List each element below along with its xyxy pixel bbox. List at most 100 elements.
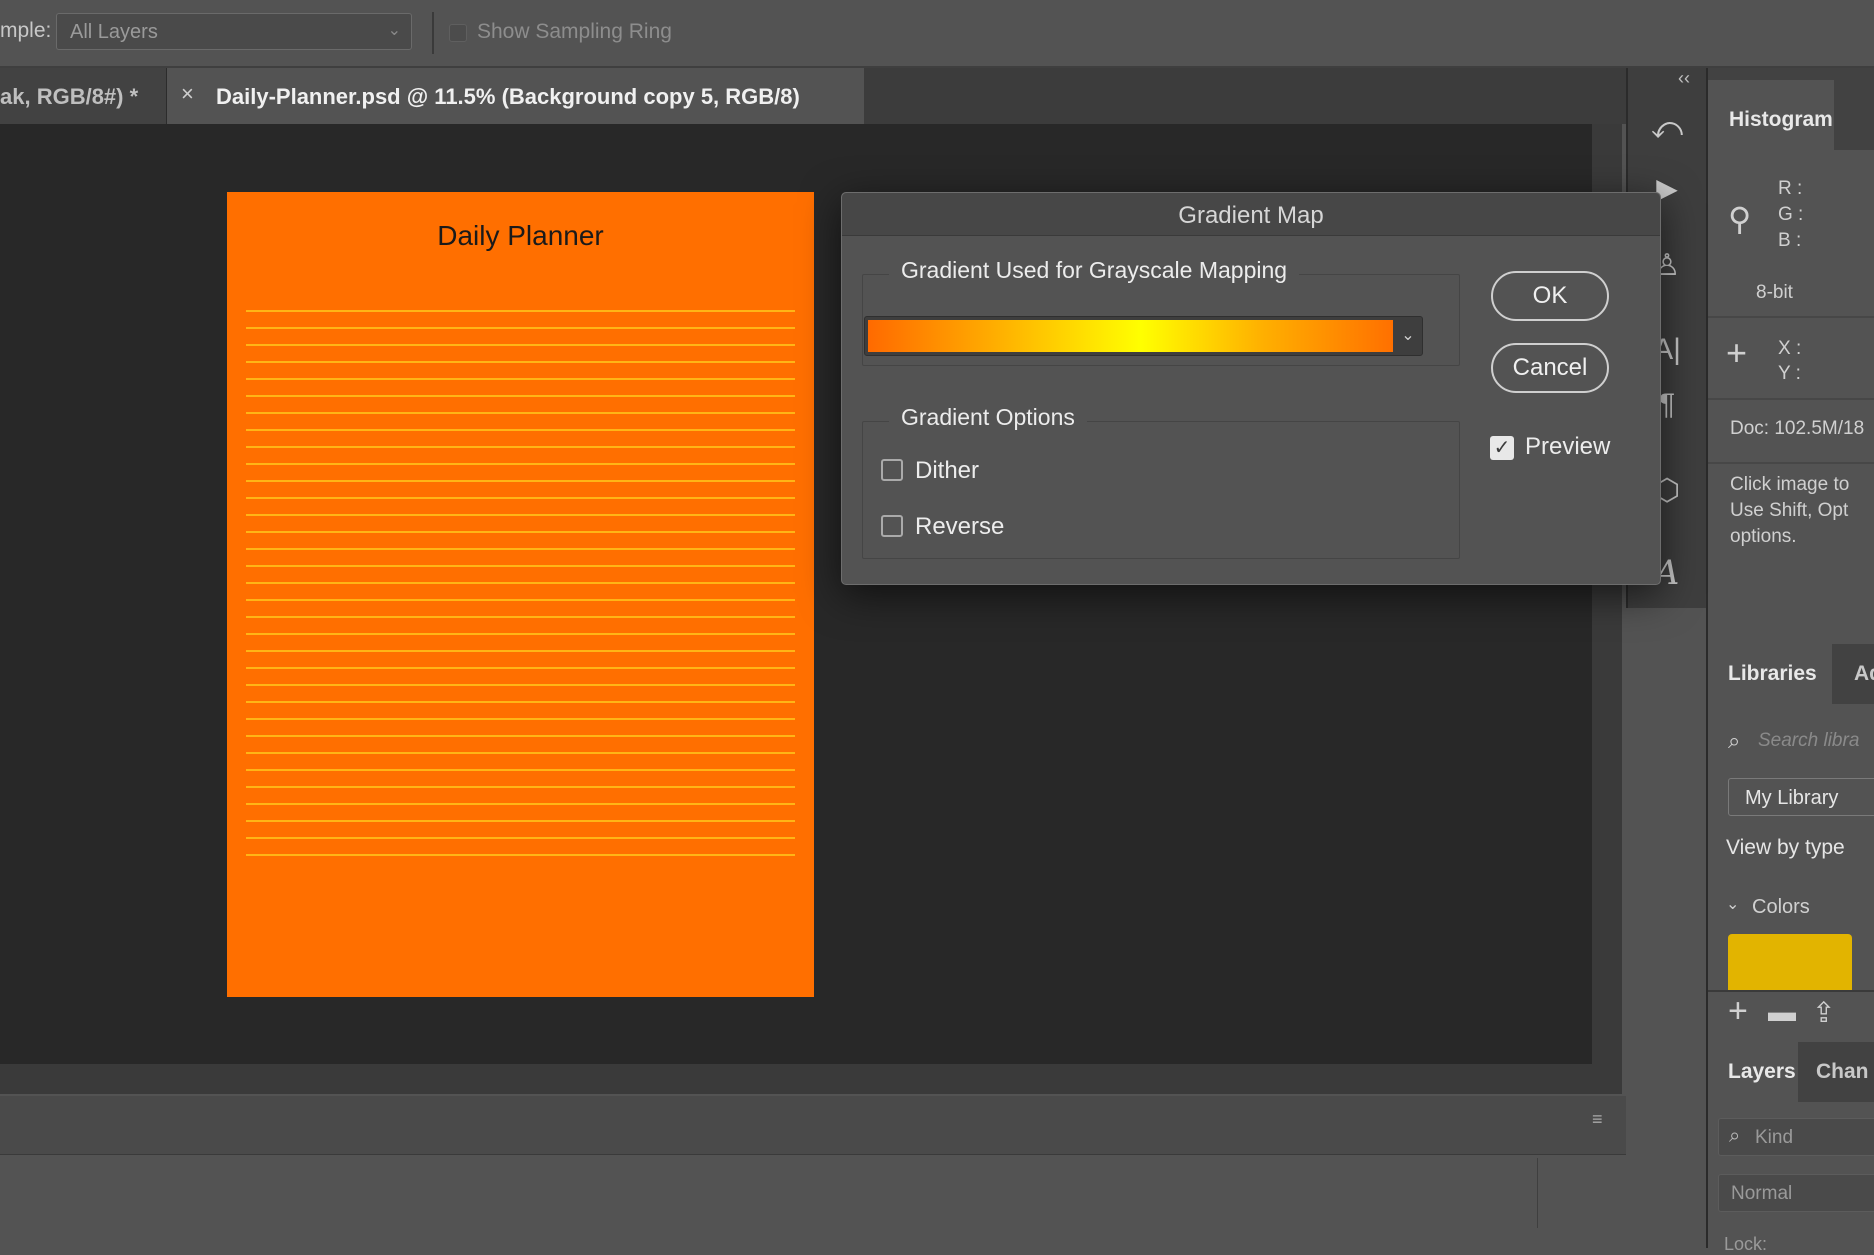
show-sampling-ring-checkbox[interactable] <box>449 24 467 42</box>
dialog-titlebar[interactable]: Gradient Map <box>842 193 1660 236</box>
planner-line <box>246 786 795 788</box>
library-search-input[interactable]: Search libra <box>1758 730 1859 752</box>
tab-label: Daily-Planner.psd @ 11.5% (Background co… <box>216 84 800 109</box>
options-bar: mple: All Layers ⌄ Show Sampling Ring <box>0 0 1874 68</box>
blend-mode-select[interactable]: Normal <box>1718 1174 1874 1212</box>
gradient-preview-bar[interactable] <box>868 320 1393 352</box>
add-icon[interactable]: + <box>1728 992 1748 1031</box>
panel-menu-icon[interactable]: ≡ <box>1592 1110 1612 1128</box>
x-readout: X : <box>1778 338 1802 359</box>
divider <box>1708 316 1874 318</box>
tab-layers[interactable]: Layers <box>1708 1042 1798 1102</box>
dither-checkbox[interactable] <box>881 459 903 481</box>
sample-select[interactable]: All Layers ⌄ <box>56 13 412 50</box>
planner-line <box>246 497 795 499</box>
blend-mode-value: Normal <box>1731 1183 1793 1204</box>
info-text-2: Use Shift, Opt <box>1730 500 1849 521</box>
eyedropper-icon: ⚲ <box>1728 201 1752 237</box>
histogram-tab-bar: Histogram <box>1708 68 1874 150</box>
doc-size: Doc: 102.5M/18 <box>1730 418 1865 439</box>
planner-line <box>246 582 795 584</box>
tab-libraries[interactable]: Libraries <box>1708 644 1832 704</box>
horizontal-scrollbar[interactable] <box>0 1064 1622 1094</box>
document-tab-bar: ak, RGB/8#) * × Daily-Planner.psd @ 11.5… <box>0 68 1628 124</box>
planner-line <box>246 344 795 346</box>
planner-line <box>246 684 795 686</box>
library-select[interactable]: My Library <box>1728 778 1874 816</box>
right-panel-dock: Histogram ⚲ R : G : B : 8-bit + X : Y : … <box>1706 68 1874 1254</box>
chevron-down-icon[interactable]: ⌄ <box>1726 894 1739 914</box>
planner-line <box>246 854 795 856</box>
planner-line <box>246 378 795 380</box>
b-readout: B : <box>1778 230 1802 251</box>
lock-label: Lock: <box>1724 1234 1768 1254</box>
upload-icon[interactable]: ⇪ <box>1812 996 1835 1029</box>
gradient-group-label: Gradient Used for Grayscale Mapping <box>889 257 1300 284</box>
tab-previous-document[interactable]: ak, RGB/8#) * <box>0 68 167 124</box>
view-by-type-dropdown[interactable]: View by type <box>1726 836 1845 860</box>
layer-filter-kind[interactable]: ⌕ Kind <box>1718 1118 1874 1156</box>
crosshair-icon: + <box>1726 332 1748 373</box>
ok-button[interactable]: OK <box>1491 271 1609 321</box>
timeline-divider <box>1537 1158 1538 1228</box>
planner-line <box>246 446 795 448</box>
search-icon: ⌕ <box>1729 1125 1741 1147</box>
tab-daily-planner[interactable]: × Daily-Planner.psd @ 11.5% (Background … <box>167 68 864 124</box>
document-title-text: Daily Planner <box>437 220 604 251</box>
planner-line <box>246 701 795 703</box>
planner-line <box>246 565 795 567</box>
planner-line <box>246 803 795 805</box>
planner-line <box>246 735 795 737</box>
planner-line <box>246 310 795 312</box>
planner-line <box>246 463 795 465</box>
planner-line <box>246 412 795 414</box>
collapse-panels-icon[interactable]: ‹‹ <box>1678 68 1690 89</box>
library-select-value: My Library <box>1745 787 1839 809</box>
colors-section-label: Colors <box>1752 896 1810 918</box>
planner-line <box>246 599 795 601</box>
preview-label: Preview <box>1525 433 1611 460</box>
tab-channels[interactable]: Chan <box>1816 1060 1869 1084</box>
options-divider <box>432 12 434 54</box>
r-readout: R : <box>1778 178 1803 199</box>
document-image[interactable]: Daily Planner <box>227 192 814 997</box>
history-icon[interactable]: ⤺ <box>1628 112 1706 146</box>
g-readout: G : <box>1778 204 1804 225</box>
bit-depth: 8-bit <box>1756 282 1793 303</box>
timeline-panel: ≡ <box>0 1096 1626 1248</box>
show-sampling-ring-label: Show Sampling Ring <box>477 20 672 43</box>
reverse-checkbox[interactable] <box>881 515 903 537</box>
tab-histogram[interactable]: Histogram <box>1708 80 1834 150</box>
chevron-down-icon[interactable]: ⌄ <box>1397 321 1419 351</box>
gradient-picker[interactable]: ⌄ <box>864 316 1423 356</box>
tab-adjustments[interactable]: Ad <box>1854 662 1874 686</box>
dither-label: Dither <box>915 457 980 484</box>
reverse-label: Reverse <box>915 513 1005 540</box>
planner-line <box>246 548 795 550</box>
dialog-title: Gradient Map <box>1178 202 1324 229</box>
close-icon[interactable]: × <box>181 81 194 107</box>
folder-icon[interactable]: ▬ <box>1768 996 1796 1028</box>
planner-line <box>246 395 795 397</box>
kind-placeholder: Kind <box>1755 1127 1794 1148</box>
planner-line <box>246 820 795 822</box>
chevron-down-icon: ⌄ <box>387 22 401 39</box>
cancel-button[interactable]: Cancel <box>1491 343 1609 393</box>
timeline-header <box>0 1096 1626 1155</box>
tab-libraries-label: Libraries <box>1728 662 1817 685</box>
color-swatch[interactable] <box>1728 934 1852 990</box>
gradient-map-dialog: Gradient Map Gradient Used for Grayscale… <box>841 192 1661 585</box>
layers-tab-bar: Layers Chan <box>1708 1042 1874 1102</box>
info-text-3: options. <box>1730 526 1797 547</box>
tab-layers-label: Layers <box>1728 1060 1796 1083</box>
planner-line <box>246 752 795 754</box>
sample-select-value: All Layers <box>70 21 158 43</box>
preview-checkbox[interactable]: ✓ <box>1490 436 1514 460</box>
planner-line <box>246 667 795 669</box>
divider <box>1708 398 1874 400</box>
tab-histogram-label: Histogram <box>1729 108 1833 131</box>
planner-line <box>246 769 795 771</box>
libraries-tab-bar: Libraries Ad <box>1708 644 1874 704</box>
sample-label: mple: <box>0 19 52 42</box>
divider <box>1708 462 1874 464</box>
